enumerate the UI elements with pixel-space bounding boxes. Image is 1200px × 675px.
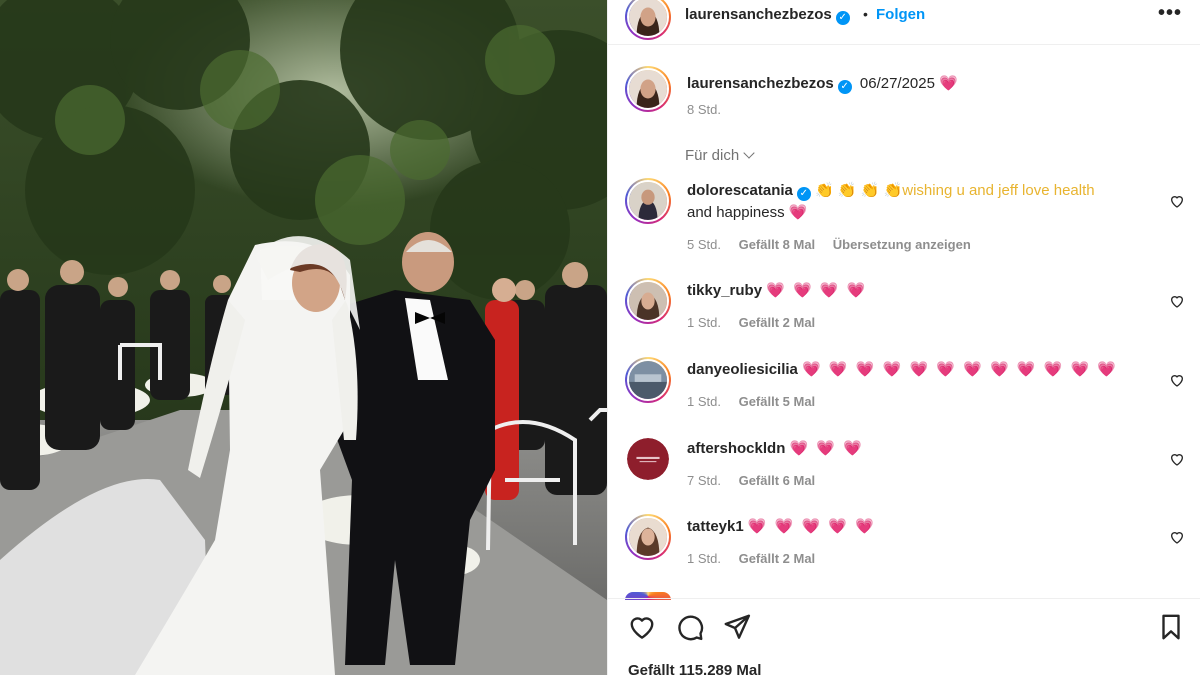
comment-text: tikky_ruby 💗 💗 💗 💗	[687, 280, 1157, 302]
comment-avatar[interactable]	[625, 436, 671, 482]
comment-avatar-image	[629, 182, 667, 220]
comment-body-line2: and happiness	[687, 204, 785, 221]
comment-avatar-image	[627, 438, 669, 480]
verified-icon: ✓	[837, 80, 852, 94]
comment-username[interactable]: danyeoliesicilia	[687, 361, 798, 378]
comment-time: 7 Std.	[687, 473, 721, 488]
comment-likes-button[interactable]: Gefällt 2 Mal	[739, 551, 816, 566]
author-username[interactable]: laurensanchezbezos ✓	[685, 6, 850, 25]
comment-emoji: 💗	[788, 204, 810, 221]
post-photo[interactable]	[0, 0, 607, 675]
author-username-text: laurensanchezbezos	[685, 6, 832, 23]
translate-button[interactable]: Übersetzung anzeigen	[833, 237, 971, 252]
comment-avatar[interactable]	[625, 178, 671, 224]
comment-body-line1: 👏 👏 👏 👏wishing u and jeff love health	[815, 182, 1095, 199]
comment-meta: 5 Std. Gefällt 8 Mal Übersetzung anzeige…	[687, 237, 985, 252]
comment-emoji: 💗 💗 💗 💗 💗	[747, 518, 876, 535]
comment-text: dolorescatania ✓ 👏 👏 👏 👏wishing u and jef…	[687, 180, 1157, 224]
comment-avatar[interactable]	[625, 357, 671, 403]
comment-avatar[interactable]	[625, 514, 671, 560]
caption-emoji: 💗	[939, 75, 960, 92]
comment-avatar-image	[629, 282, 667, 320]
comment-text: aftershockldn 💗 💗 💗	[687, 438, 1157, 460]
comment-text: danyeoliesicilia 💗 💗 💗 💗 💗 💗 💗 💗 💗 💗 💗 💗	[687, 359, 1157, 381]
verified-icon: ✓	[796, 187, 811, 201]
comment-likes-button[interactable]: Gefällt 8 Mal	[739, 237, 816, 252]
comment-heart-icon[interactable]	[1169, 372, 1185, 388]
comment-time: 1 Std.	[687, 315, 721, 330]
comment-avatar-image	[629, 518, 667, 556]
comment-time: 5 Std.	[687, 237, 721, 252]
comment-emoji: 💗 💗 💗 💗	[766, 282, 868, 299]
comment-likes-button[interactable]: Gefällt 5 Mal	[739, 394, 816, 409]
author-avatar[interactable]	[625, 0, 671, 40]
caption: laurensanchezbezos ✓ 06/27/2025 💗	[687, 74, 960, 94]
follow-button[interactable]: Folgen	[876, 6, 925, 23]
comment-heart-icon[interactable]	[1169, 529, 1185, 545]
comment-meta: 7 Std. Gefällt 6 Mal	[687, 473, 829, 488]
comment-username[interactable]: tikky_ruby	[687, 282, 762, 299]
comment-emoji: 💗 💗 💗	[789, 440, 864, 457]
comment-meta: 1 Std. Gefällt 2 Mal	[687, 315, 829, 330]
comment-sort-label: Für dich	[685, 147, 740, 164]
more-icon[interactable]: •••	[1158, 2, 1182, 25]
caption-text: 06/27/2025	[859, 75, 935, 92]
comment-meta: 1 Std. Gefällt 2 Mal	[687, 551, 829, 566]
heart-icon[interactable]	[627, 612, 657, 642]
share-icon[interactable]	[722, 612, 752, 642]
post-panel: laurensanchezbezos ✓ • Folgen ••• laurens…	[607, 0, 1200, 675]
author-avatar-image	[629, 0, 667, 36]
comment-likes-button[interactable]: Gefällt 2 Mal	[739, 315, 816, 330]
wedding-photo-image	[0, 0, 607, 675]
comment-icon[interactable]	[675, 612, 705, 642]
caption-username[interactable]: laurensanchezbezos	[687, 75, 834, 92]
comment-sort-dropdown[interactable]: Für dich	[685, 147, 755, 164]
caption-time: 8 Std.	[687, 102, 721, 117]
bookmark-icon[interactable]	[1156, 612, 1186, 642]
caption-avatar[interactable]	[625, 66, 671, 112]
comment-username[interactable]: tatteyk1	[687, 518, 744, 535]
header-separator: •	[863, 6, 868, 22]
comment-heart-icon[interactable]	[1169, 293, 1185, 309]
comment-avatar-image	[629, 361, 667, 399]
comment-meta: 1 Std. Gefällt 5 Mal	[687, 394, 829, 409]
comment-avatar[interactable]	[625, 278, 671, 324]
actions-divider	[608, 598, 1200, 599]
comment-time: 1 Std.	[687, 394, 721, 409]
comment-username[interactable]: dolorescatania	[687, 182, 793, 199]
comment-text: tatteyk1 💗 💗 💗 💗 💗	[687, 516, 1157, 538]
header-divider	[608, 44, 1200, 45]
comment-heart-icon[interactable]	[1169, 451, 1185, 467]
comment-heart-icon[interactable]	[1169, 193, 1185, 209]
comment-username[interactable]: aftershockldn	[687, 440, 785, 457]
caption-avatar-image	[629, 70, 667, 108]
comment-time: 1 Std.	[687, 551, 721, 566]
comment-likes-button[interactable]: Gefällt 6 Mal	[739, 473, 816, 488]
likes-count[interactable]: Gefällt 115.289 Mal	[628, 662, 761, 675]
verified-icon: ✓	[835, 11, 850, 25]
comment-emoji: 💗 💗 💗 💗 💗 💗 💗 💗 💗 💗 💗 💗	[802, 361, 1119, 378]
chevron-down-icon	[743, 147, 755, 159]
